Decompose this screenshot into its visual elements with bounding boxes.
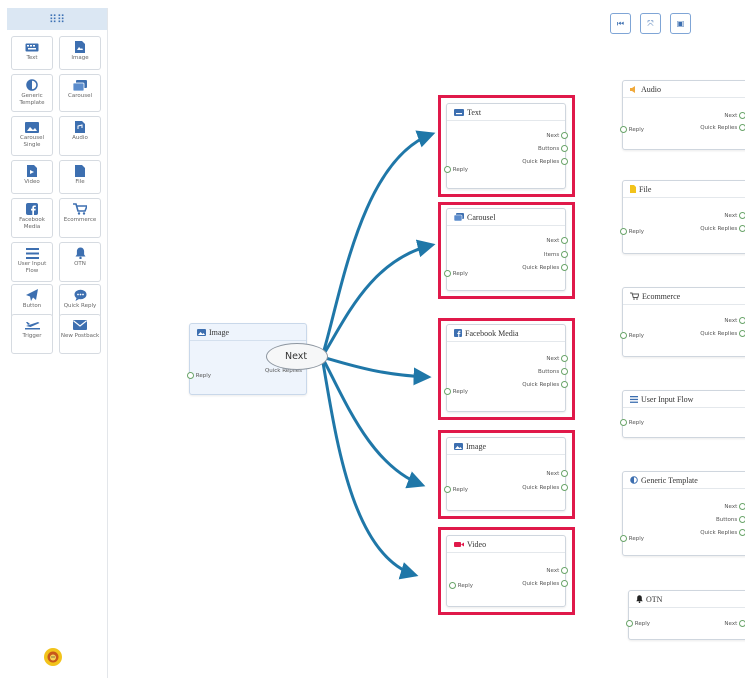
images-icon [454,213,464,221]
keyboard-icon [454,108,464,116]
node-file[interactable]: File Next Quick Replies Reply [620,180,745,254]
port-reply[interactable]: Reply [620,419,644,426]
node-user-input-flow[interactable]: User Input Flow Reply [620,390,745,438]
node-header[interactable]: Ecommerce [623,288,745,305]
node-title: Video [467,539,487,549]
target-node-text[interactable]: Text Next Buttons Quick Replies Reply [444,103,568,189]
port-reply[interactable]: Reply [444,388,468,395]
connection-to-facebook-media [320,355,432,386]
port-next[interactable]: Next [546,237,568,244]
port-buttons[interactable]: Buttons [538,368,568,375]
file-icon [630,185,636,193]
node-title: Generic Template [641,475,698,485]
node-title: Carousel [467,212,496,222]
port-quick-replies[interactable]: Quick Replies [700,124,745,131]
node-header[interactable]: Video [447,536,565,553]
port-quick-replies[interactable]: Quick Replies [522,264,568,271]
port-reply[interactable]: Reply [620,535,644,542]
node-header[interactable]: OTN [629,591,745,608]
port-reply[interactable]: Reply [444,166,468,173]
node-title: Text [467,107,482,117]
facebook-icon [454,329,462,337]
port-quick-replies[interactable]: Quick Replies [700,225,745,232]
port-reply[interactable]: Reply [620,126,644,133]
port-quick-replies[interactable]: Quick Replies [522,381,568,388]
node-audio[interactable]: Audio Next Quick Replies Reply [620,80,745,150]
port-items[interactable]: Items [544,251,568,258]
node-title: OTN [646,594,663,604]
port-circle [187,372,194,379]
port-buttons[interactable]: Buttons [538,145,568,152]
next-port-label: Next [285,351,308,362]
node-title: Image [209,327,229,337]
connection-to-carousel [320,239,436,359]
node-header[interactable]: Carousel [447,209,565,226]
half-circle-icon [630,476,638,484]
node-generic-template[interactable]: Generic Template Next Buttons Quick Repl… [620,471,745,556]
port-next[interactable]: Next [546,470,568,477]
port-quick-replies[interactable]: Quick Replies [700,529,745,536]
port-buttons[interactable]: Buttons [716,516,745,523]
connection-to-text [320,130,436,359]
port-next[interactable]: Next [724,212,745,219]
image-icon [454,442,463,450]
port-next[interactable]: Next [724,620,745,627]
target-node-carousel[interactable]: Carousel Next Items Quick Replies Reply [444,208,568,291]
port-quick-replies[interactable]: Quick Replies [522,580,568,587]
node-ecommerce[interactable]: Ecommerce Next Quick Replies Reply [620,287,745,357]
bell-icon [636,595,643,603]
node-title: File [639,184,652,194]
node-header[interactable]: Text [447,104,565,121]
connection-to-video [320,355,419,580]
node-title: User Input Flow [641,394,694,404]
port-reply[interactable]: Reply [444,270,468,277]
node-otn[interactable]: OTN Next Reply [626,590,745,640]
port-next[interactable]: Next [724,112,745,119]
port-reply[interactable]: Reply [444,486,468,493]
speaker-icon [630,85,638,93]
port-next[interactable]: Next [724,317,745,324]
node-header[interactable]: User Input Flow [623,391,745,408]
port-next[interactable]: Next [546,355,568,362]
image-icon [197,328,206,336]
cart-icon [630,292,639,300]
video-camera-icon [454,541,464,548]
node-header[interactable]: Audio [623,81,745,98]
port-quick-replies[interactable]: Quick Replies [522,484,568,491]
target-node-video[interactable]: Video Next Quick Replies Reply [446,535,568,607]
lines-icon [630,395,638,403]
node-title: Ecommerce [642,291,681,301]
port-quick-replies[interactable]: Quick Replies [522,158,568,165]
port-reply[interactable]: Reply [620,228,644,235]
port-reply[interactable]: Reply [187,372,211,379]
target-node-facebook-media[interactable]: Facebook Media Next Buttons Quick Replie… [444,324,568,412]
node-title: Audio [641,84,661,94]
node-title: Image [466,441,486,451]
node-header[interactable]: Facebook Media [447,325,565,342]
port-reply[interactable]: Reply [620,332,644,339]
port-next[interactable]: Next [546,132,568,139]
port-reply[interactable]: Reply [626,620,650,627]
port-next[interactable]: Next [546,567,568,574]
node-header[interactable]: Generic Template [623,472,745,489]
node-header[interactable]: Image [447,438,565,455]
port-next[interactable]: Next [724,503,745,510]
port-reply[interactable]: Reply [449,582,473,589]
node-header[interactable]: File [623,181,745,198]
node-header[interactable]: Image [190,324,306,341]
port-quick-replies[interactable]: Quick Replies [700,330,745,337]
target-node-image[interactable]: Image Next Quick Replies Reply [444,437,568,511]
node-title: Facebook Media [465,328,519,338]
